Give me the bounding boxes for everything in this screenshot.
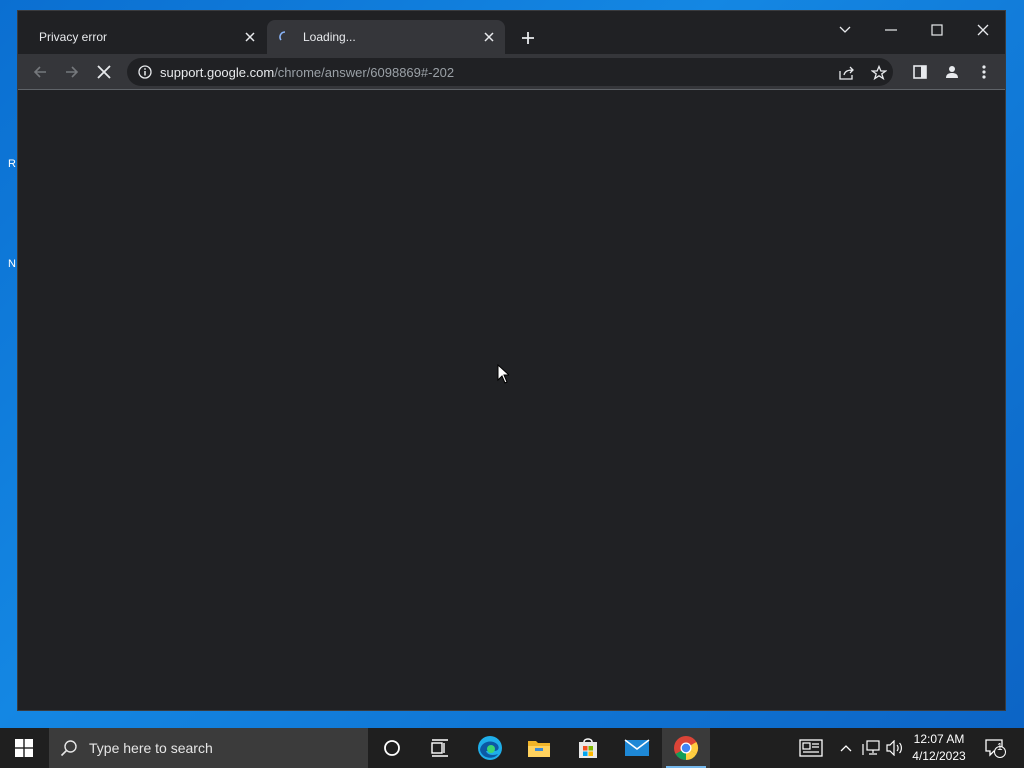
tab-title: Loading... (303, 30, 356, 44)
stop-icon (97, 65, 111, 79)
loading-spinner-icon (279, 31, 286, 41)
side-panel-button[interactable] (908, 60, 932, 84)
store-bag-icon (579, 738, 597, 758)
tab-privacy-error[interactable]: Privacy error (26, 20, 266, 54)
show-hidden-icons-button[interactable] (836, 728, 856, 768)
edge-icon (478, 736, 502, 760)
network-icon (862, 740, 880, 755)
url-path: /chrome/answer/6098869#-202 (274, 64, 455, 80)
cortana-circle-icon (384, 740, 400, 756)
folder-icon (528, 741, 550, 757)
search-icon (59, 738, 79, 758)
task-view-button[interactable] (416, 728, 464, 768)
start-button[interactable] (0, 728, 48, 768)
address-bar[interactable]: support.google.com/chrome/answer/6098869… (127, 58, 893, 86)
tab-search-button[interactable] (828, 17, 862, 43)
clock[interactable]: 12:07 AM 4/12/2023 (908, 731, 970, 765)
notification-center-button[interactable]: 1 (978, 728, 1012, 768)
volume-button[interactable] (884, 728, 906, 768)
clock-time: 12:07 AM (913, 732, 965, 746)
speaker-icon (886, 740, 902, 756)
plus-icon (522, 32, 534, 44)
tab-title: Privacy error (39, 30, 108, 44)
maximize-button[interactable] (920, 17, 954, 43)
page-content[interactable] (18, 90, 1005, 710)
file-explorer-app[interactable] (515, 728, 563, 768)
chevron-up-icon (840, 745, 852, 752)
taskbar: Type here to search 12:07 AM 4/12/2023 1 (0, 728, 1024, 768)
menu-button[interactable] (972, 60, 996, 84)
share-button[interactable] (836, 62, 858, 84)
chrome-icon (674, 736, 699, 760)
url-text: support.google.com/chrome/answer/6098869… (160, 65, 454, 80)
close-window-button[interactable] (966, 17, 1000, 43)
star-icon (871, 65, 887, 81)
share-icon (839, 66, 854, 80)
close-icon (977, 24, 989, 36)
close-icon[interactable] (242, 29, 258, 45)
browser-toolbar: support.google.com/chrome/answer/6098869… (18, 54, 1005, 90)
tab-strip: Privacy error Loading... (18, 11, 1005, 54)
arrow-left-icon (33, 66, 46, 78)
desktop-icon-label: R (8, 158, 16, 170)
url-host: support.google.com (160, 64, 275, 80)
maximize-icon (931, 24, 943, 36)
close-icon[interactable] (481, 29, 497, 45)
mail-icon (624, 739, 650, 756)
news-icon (799, 739, 823, 757)
tab-loading[interactable]: Loading... (267, 20, 505, 54)
side-panel-icon (913, 65, 927, 79)
back-button[interactable] (28, 60, 52, 84)
minimize-icon (885, 29, 897, 31)
person-icon (946, 66, 958, 78)
info-icon[interactable] (138, 65, 152, 79)
profile-button[interactable] (940, 60, 964, 84)
mail-app[interactable] (613, 728, 661, 768)
edge-app[interactable] (466, 728, 514, 768)
store-app[interactable] (564, 728, 612, 768)
new-tab-button[interactable] (518, 28, 538, 48)
search-placeholder: Type here to search (89, 740, 213, 756)
task-view-icon (431, 739, 448, 757)
mouse-cursor-icon (497, 364, 509, 384)
cortana-button[interactable] (368, 728, 416, 768)
browser-window: Privacy error Loading... support.google.… (17, 10, 1006, 711)
more-vertical-icon (982, 65, 986, 79)
forward-button[interactable] (60, 60, 84, 84)
chevron-down-icon (839, 26, 851, 33)
windows-logo-icon (15, 739, 33, 757)
stop-loading-button[interactable] (92, 60, 116, 84)
minimize-button[interactable] (874, 17, 908, 43)
desktop-icon-label: N (8, 258, 16, 270)
taskbar-search-box[interactable]: Type here to search (49, 728, 368, 768)
network-button[interactable] (860, 728, 882, 768)
notification-badge: 1 (997, 742, 1003, 753)
clock-date: 4/12/2023 (912, 749, 966, 763)
chrome-app[interactable] (662, 728, 710, 768)
arrow-right-icon (66, 66, 79, 78)
news-widget-button[interactable] (795, 728, 827, 768)
bookmark-button[interactable] (868, 62, 890, 84)
